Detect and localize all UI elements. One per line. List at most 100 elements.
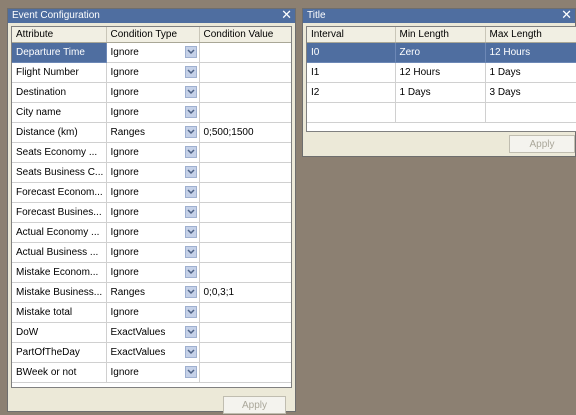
table-row[interactable] [307,102,576,123]
condition-type-select[interactable]: Ignore [111,243,199,262]
max-length-cell[interactable]: 12 Hours [485,42,576,63]
condition-value-cell[interactable] [199,262,291,283]
max-length-cell[interactable] [485,102,576,123]
attribute-cell[interactable]: Departure Time [12,42,107,63]
condition-value-cell[interactable] [199,342,291,363]
table-row[interactable]: Seats Economy ... Ignore [12,142,291,163]
table-row[interactable]: Mistake Business... Ranges 0;0,3;1 [12,282,291,303]
attribute-cell[interactable]: Seats Business C... [12,162,107,183]
column-header-condition-value[interactable]: Condition Value [199,27,291,43]
condition-type-cell[interactable]: Ignore [106,182,200,203]
max-length-cell[interactable]: 1 Days [485,62,576,83]
attribute-cell[interactable]: Actual Business ... [12,242,107,263]
interval-cell[interactable]: I0 [307,42,396,63]
attribute-cell[interactable]: Destination [12,82,107,103]
close-icon[interactable]: ✕ [561,8,572,22]
chevron-down-icon[interactable] [184,86,197,98]
attribute-cell[interactable]: Actual Economy ... [12,222,107,243]
table-row[interactable]: Distance (km) Ranges 0;500;1500 [12,122,291,143]
table-row[interactable]: PartOfTheDay ExactValues [12,342,291,363]
condition-value-cell[interactable]: 0;500;1500 [199,122,291,143]
condition-type-select[interactable]: ExactValues [111,343,199,362]
condition-type-select[interactable]: Ignore [111,183,199,202]
condition-value-cell[interactable] [199,322,291,343]
condition-type-select[interactable]: Ignore [111,263,199,282]
condition-type-cell[interactable]: Ignore [106,202,200,223]
chevron-down-icon[interactable] [184,126,197,138]
table-row[interactable]: Forecast Econom... Ignore [12,182,291,203]
min-length-cell[interactable]: 12 Hours [395,62,486,83]
attribute-cell[interactable]: DoW [12,322,107,343]
condition-type-select[interactable]: Ignore [111,163,199,182]
table-row[interactable]: BWeek or not Ignore [12,362,291,383]
condition-type-cell[interactable]: Ignore [106,42,200,63]
condition-type-cell[interactable]: ExactValues [106,342,200,363]
condition-type-select[interactable]: Ignore [111,203,199,222]
condition-value-cell[interactable] [199,302,291,323]
condition-type-select[interactable]: ExactValues [111,323,199,342]
chevron-down-icon[interactable] [184,166,197,178]
event-apply-button[interactable]: Apply [223,396,286,414]
chevron-down-icon[interactable] [184,66,197,78]
chevron-down-icon[interactable] [184,326,197,338]
attribute-cell[interactable]: Forecast Busines... [12,202,107,223]
attribute-cell[interactable]: Seats Economy ... [12,142,107,163]
condition-value-cell[interactable] [199,102,291,123]
condition-value-cell[interactable] [199,42,291,63]
condition-value-cell[interactable] [199,62,291,83]
table-row[interactable]: Flight Number Ignore [12,62,291,83]
table-row[interactable]: City name Ignore [12,102,291,123]
condition-type-cell[interactable]: Ignore [106,362,200,383]
condition-value-cell[interactable]: 0;0,3;1 [199,282,291,303]
interval-cell[interactable]: I1 [307,62,396,83]
close-icon[interactable]: ✕ [281,8,292,22]
table-row[interactable]: I2 1 Days 3 Days [307,82,576,103]
chevron-down-icon[interactable] [184,206,197,218]
condition-type-select[interactable]: Ignore [111,63,199,82]
max-length-cell[interactable]: 3 Days [485,82,576,103]
chevron-down-icon[interactable] [184,46,197,58]
attribute-cell[interactable]: Distance (km) [12,122,107,143]
condition-type-cell[interactable]: Ignore [106,162,200,183]
table-row[interactable]: Seats Business C... Ignore [12,162,291,183]
condition-value-cell[interactable] [199,162,291,183]
condition-type-cell[interactable]: ExactValues [106,322,200,343]
column-header-interval[interactable]: Interval [307,27,396,43]
min-length-cell[interactable]: Zero [395,42,486,63]
event-configuration-title-bar[interactable]: Event Configuration ✕ [8,8,295,23]
attribute-cell[interactable]: Forecast Econom... [12,182,107,203]
title-apply-button[interactable]: Apply [509,135,575,153]
condition-type-cell[interactable]: Ignore [106,82,200,103]
condition-type-cell[interactable]: Ignore [106,222,200,243]
table-row[interactable]: I0 Zero 12 Hours [307,42,576,63]
condition-value-cell[interactable] [199,362,291,383]
chevron-down-icon[interactable] [184,146,197,158]
condition-type-cell[interactable]: Ranges [106,122,200,143]
table-row[interactable]: Actual Economy ... Ignore [12,222,291,243]
table-row[interactable]: Mistake Econom... Ignore [12,262,291,283]
chevron-down-icon[interactable] [184,226,197,238]
interval-cell[interactable] [307,102,396,123]
table-row[interactable]: Forecast Busines... Ignore [12,202,291,223]
table-row[interactable]: Departure Time Ignore [12,42,291,63]
condition-value-cell[interactable] [199,242,291,263]
chevron-down-icon[interactable] [184,306,197,318]
chevron-down-icon[interactable] [184,246,197,258]
condition-type-cell[interactable]: Ignore [106,242,200,263]
chevron-down-icon[interactable] [184,286,197,298]
attribute-cell[interactable]: City name [12,102,107,123]
condition-type-select[interactable]: Ignore [111,223,199,242]
attribute-cell[interactable]: Flight Number [12,62,107,83]
condition-type-cell[interactable]: Ignore [106,262,200,283]
attribute-cell[interactable]: Mistake total [12,302,107,323]
chevron-down-icon[interactable] [184,346,197,358]
condition-type-select[interactable]: Ranges [111,283,199,302]
attribute-cell[interactable]: BWeek or not [12,362,107,383]
column-header-attribute[interactable]: Attribute [12,27,107,43]
min-length-cell[interactable] [395,102,486,123]
condition-value-cell[interactable] [199,82,291,103]
table-row[interactable]: I1 12 Hours 1 Days [307,62,576,83]
condition-type-select[interactable]: Ignore [111,363,199,382]
condition-value-cell[interactable] [199,142,291,163]
condition-type-cell[interactable]: Ranges [106,282,200,303]
